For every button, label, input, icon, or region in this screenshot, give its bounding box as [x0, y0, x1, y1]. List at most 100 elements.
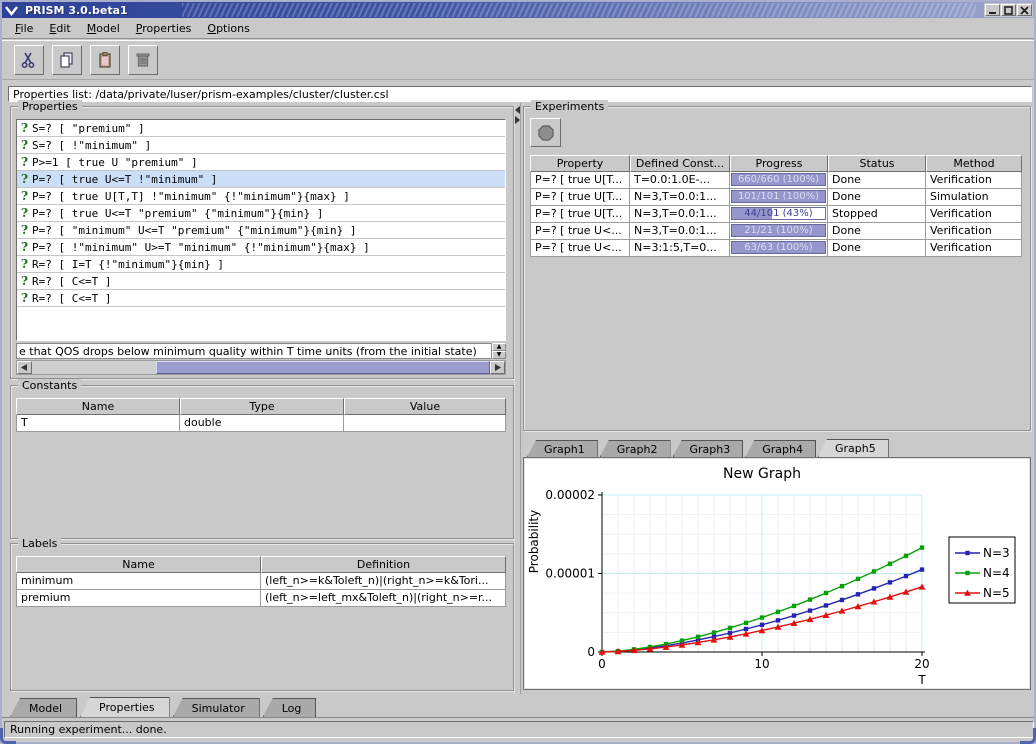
experiment-row[interactable]: P=? [ true U<...N=3:1:5,T=0...63/63 (100…: [530, 240, 1022, 257]
property-row[interactable]: ?P>=1 [ true U "premium" ]: [17, 154, 505, 171]
table-cell: P=? [ true U[T...: [530, 206, 630, 223]
table-cell: P=? [ true U[T...: [530, 172, 630, 189]
column-header[interactable]: Defined Const...: [630, 155, 730, 172]
property-row[interactable]: ?P=? [ true U<=T !"minimum" ]: [17, 171, 505, 188]
property-row[interactable]: ?R=? [ I=T {!"minimum"}{min} ]: [17, 256, 505, 273]
experiment-row[interactable]: P=? [ true U<...N=3,T=0.0:1...21/21 (100…: [530, 223, 1022, 240]
tab-model[interactable]: Model: [10, 698, 77, 717]
progress-cell: 101/101 (100%): [730, 189, 828, 206]
progress-bar: 63/63 (100%): [731, 241, 826, 254]
tab-graph1[interactable]: Graph1: [527, 440, 598, 457]
menu-item-file[interactable]: File: [10, 20, 44, 37]
menu-item-options[interactable]: Options: [202, 20, 260, 37]
tab-graph5[interactable]: Graph5: [818, 439, 889, 457]
app-window: PRISM 3.0.beta1 FileEditModelPropertiesO…: [0, 0, 1036, 744]
property-text: R=? [ C<=T ]: [32, 292, 111, 305]
delete-button[interactable]: [128, 45, 158, 75]
svg-text:N=3: N=3: [983, 546, 1010, 560]
progress-cell: 44/101 (43%): [730, 206, 828, 223]
table-cell: P=? [ true U<...: [530, 240, 630, 257]
resize-corner[interactable]: [1020, 728, 1036, 744]
column-header[interactable]: Value: [344, 398, 506, 415]
property-row[interactable]: ?R=? [ C<=T ]: [17, 290, 505, 307]
stop-experiment-button[interactable]: [530, 118, 561, 147]
table-cell: P=? [ true U<...: [530, 223, 630, 240]
table-cell: Done: [828, 189, 926, 206]
minimize-button[interactable]: [985, 4, 1000, 16]
paste-button[interactable]: [90, 45, 120, 75]
scroll-right-icon[interactable]: [490, 361, 505, 374]
progress-bar: 660/660 (100%): [731, 173, 826, 186]
table-row[interactable]: premium(left_n>=left_mx&Toleft_n)|(right…: [16, 590, 506, 607]
maximize-button[interactable]: [1001, 4, 1016, 16]
collapse-right-icon[interactable]: [515, 116, 520, 124]
svg-text:N=4: N=4: [983, 566, 1010, 580]
tab-graph3[interactable]: Graph3: [673, 440, 744, 457]
tab-graph4[interactable]: Graph4: [745, 440, 816, 457]
column-header[interactable]: Status: [828, 155, 926, 172]
column-header[interactable]: Property: [530, 155, 630, 172]
experiment-row[interactable]: P=? [ true U[T...N=3,T=0.0:1...101/101 (…: [530, 189, 1022, 206]
graph-tab-bar: Graph1Graph2Graph3Graph4Graph5: [523, 439, 1031, 457]
property-text: S=? [ "premium" ]: [32, 122, 145, 135]
experiment-row[interactable]: P=? [ true U[T...N=3,T=0.0:1...44/101 (4…: [530, 206, 1022, 223]
experiment-row[interactable]: P=? [ true U[T...T=0.0:1.0E-...660/660 (…: [530, 172, 1022, 189]
tab-simulator[interactable]: Simulator: [173, 698, 260, 717]
copy-button[interactable]: [52, 45, 82, 75]
property-row[interactable]: ?P=? [ true U<=T "premium" {"minimum"}{m…: [17, 205, 505, 222]
property-row[interactable]: ?R=? [ C<=T ]: [17, 273, 505, 290]
spinner-up-icon[interactable]: ▲: [492, 343, 506, 351]
column-header[interactable]: Type: [180, 398, 344, 415]
column-header[interactable]: Method: [926, 155, 1022, 172]
question-icon: ?: [17, 189, 32, 203]
progress-cell: 660/660 (100%): [730, 172, 828, 189]
table-header-row: PropertyDefined Const...ProgressStatusMe…: [530, 155, 1022, 172]
window-menu-icon[interactable]: [4, 3, 19, 17]
column-header[interactable]: Progress: [730, 155, 828, 172]
table-header-row: NameDefinition: [16, 556, 506, 573]
svg-text:0.00002: 0.00002: [545, 488, 595, 502]
collapse-left-icon[interactable]: [515, 106, 520, 114]
property-row[interactable]: ?S=? [ !"minimum" ]: [17, 137, 505, 154]
table-cell: Verification: [926, 206, 1022, 223]
table-cell: Verification: [926, 240, 1022, 257]
scrollbar-track[interactable]: [32, 361, 490, 374]
menu-item-properties[interactable]: Properties: [131, 20, 203, 37]
close-button[interactable]: [1017, 4, 1032, 16]
title-bar[interactable]: PRISM 3.0.beta1: [2, 2, 1034, 18]
tab-log[interactable]: Log: [263, 698, 317, 717]
spinner-down-icon[interactable]: ▼: [492, 351, 506, 359]
question-icon: ?: [17, 257, 32, 271]
experiments-group-title: Experiments: [531, 100, 608, 113]
tab-properties[interactable]: Properties: [80, 697, 170, 717]
svg-text:0: 0: [587, 645, 595, 659]
table-row[interactable]: Tdouble: [16, 415, 506, 432]
table-cell: Done: [828, 240, 926, 257]
question-icon: ?: [17, 172, 32, 186]
question-icon: ?: [17, 138, 32, 152]
table-cell: (left_n>=left_mx&Toleft_n)|(right_n>=r..…: [261, 590, 506, 607]
property-text: P=? [ true U<=T !"minimum" ]: [32, 173, 217, 186]
scrollbar-thumb[interactable]: [156, 361, 490, 374]
scroll-left-icon[interactable]: [17, 361, 32, 374]
tab-graph2[interactable]: Graph2: [600, 440, 671, 457]
property-row[interactable]: ?P=? [ !"minimum" U>=T "minimum" {!"mini…: [17, 239, 505, 256]
progress-cell: 21/21 (100%): [730, 223, 828, 240]
resize-corner-left[interactable]: [0, 728, 16, 744]
column-header[interactable]: Name: [16, 398, 180, 415]
toolbar: [2, 40, 1034, 80]
property-row[interactable]: ?S=? [ "premium" ]: [17, 120, 505, 137]
property-row[interactable]: ?P=? [ true U[T,T] !"minimum" {!"minimum…: [17, 188, 505, 205]
question-icon: ?: [17, 155, 32, 169]
svg-text:20: 20: [914, 657, 929, 671]
column-header[interactable]: Definition: [261, 556, 506, 573]
property-row[interactable]: ?P=? [ "minimum" U<=T "premium" {"minimu…: [17, 222, 505, 239]
split-divider[interactable]: [514, 103, 521, 694]
column-header[interactable]: Name: [16, 556, 261, 573]
menu-item-model[interactable]: Model: [82, 20, 131, 37]
menu-item-edit[interactable]: Edit: [44, 20, 81, 37]
table-row[interactable]: minimum(left_n>=k&Toleft_n)|(right_n>=k&…: [16, 573, 506, 590]
cut-button[interactable]: [14, 45, 44, 75]
graph-panel: 0102000.000010.00002New GraphTProbabilit…: [523, 457, 1031, 690]
experiments-group: Experiments PropertyDefined Const...Prog…: [523, 106, 1031, 431]
